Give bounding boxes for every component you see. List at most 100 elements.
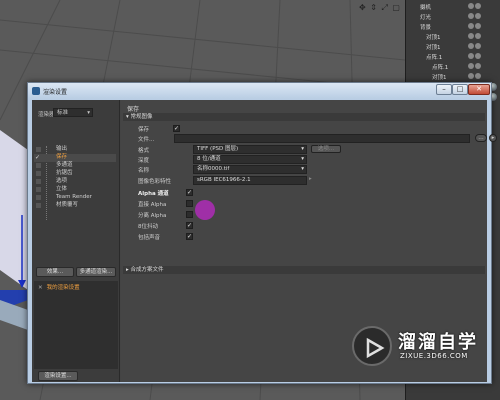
dialog-title: 渲染设置 bbox=[43, 89, 68, 96]
nav-toggle-box[interactable] bbox=[36, 195, 41, 200]
separate-alpha-checkbox[interactable] bbox=[186, 211, 193, 218]
object-tag-icons[interactable] bbox=[468, 33, 498, 41]
minimize-button[interactable]: – bbox=[436, 84, 452, 95]
compositing-file-label: 合成方案文件 bbox=[130, 267, 164, 273]
object-row[interactable]: 对顶1 bbox=[406, 72, 500, 82]
straight-alpha-checkbox[interactable] bbox=[186, 200, 193, 207]
nav-item-label: 多通道 bbox=[56, 162, 73, 168]
render-settings-button[interactable]: 渲染设置... bbox=[38, 371, 78, 381]
watermark: 溜溜自学 ZIXUE.3D66.COM bbox=[352, 322, 500, 382]
color-profile-label: 图像色彩特性 bbox=[138, 179, 172, 185]
compositing-file-section[interactable]: ▸ 合成方案文件 bbox=[123, 266, 485, 274]
render-preset-list[interactable]: ✕ 我的渲染设置 bbox=[34, 281, 118, 369]
object-row[interactable]: 对顶1 bbox=[406, 32, 500, 42]
nav-item[interactable]: 立体 bbox=[34, 186, 116, 194]
depth-label: 深度 bbox=[138, 158, 150, 164]
object-name: 对顶1 bbox=[426, 35, 441, 41]
include-sound-row: 包括声音 ✓ bbox=[123, 232, 485, 241]
format-select[interactable]: TIFF (PSD 图层) bbox=[193, 145, 307, 154]
file-browse-button[interactable]: … bbox=[475, 134, 487, 142]
file-label: 文件... bbox=[138, 137, 155, 143]
object-tag-icons[interactable] bbox=[468, 53, 498, 61]
format-label: 格式 bbox=[138, 148, 150, 154]
preset-label: 我的渲染设置 bbox=[46, 285, 80, 291]
nav-item-label: 选项 bbox=[56, 178, 68, 184]
save-row: 保存 ✓ bbox=[123, 124, 485, 133]
object-row[interactable]: 摄机 bbox=[406, 2, 500, 12]
dither-checkbox[interactable]: ✓ bbox=[186, 222, 193, 229]
name-row: 名称 名称0000.tif bbox=[123, 165, 485, 174]
straight-alpha-label: 直接 Alpha bbox=[138, 202, 167, 208]
object-row[interactable]: 对顶1 bbox=[406, 42, 500, 52]
file-path-input[interactable] bbox=[174, 134, 470, 143]
object-tag-icons[interactable] bbox=[468, 23, 498, 31]
include-sound-checkbox[interactable]: ✓ bbox=[186, 233, 193, 240]
close-button[interactable]: ✕ bbox=[468, 84, 490, 95]
save-label: 保存 bbox=[138, 127, 150, 133]
app-icon bbox=[32, 87, 40, 95]
dialog-titlebar[interactable]: 渲染设置 – □ ✕ bbox=[28, 83, 491, 99]
object-row[interactable]: 点阵.1 bbox=[406, 52, 500, 62]
nav-item[interactable]: 材质覆写 bbox=[34, 202, 116, 210]
object-row[interactable]: 点阵.1 bbox=[406, 62, 500, 72]
nav-toggle-box[interactable] bbox=[36, 171, 41, 176]
renderer-select[interactable]: 标准 bbox=[53, 108, 93, 117]
regular-image-label: 常规图像 bbox=[130, 114, 153, 120]
nav-item[interactable]: 多通道 bbox=[34, 162, 116, 170]
nav-toggle-box[interactable] bbox=[36, 147, 41, 152]
object-tag-icons[interactable] bbox=[468, 43, 498, 51]
nav-item[interactable]: 输出 bbox=[34, 146, 116, 154]
color-profile-arrow-icon[interactable]: ▸ bbox=[309, 176, 312, 182]
nav-item[interactable]: 抗锯齿 bbox=[34, 170, 116, 178]
nav-item-label: 输出 bbox=[56, 146, 68, 152]
object-name: 对顶1 bbox=[426, 45, 441, 51]
depth-select[interactable]: 8 位/通道 bbox=[193, 155, 307, 164]
object-row[interactable]: 灯光 bbox=[406, 12, 500, 22]
straight-alpha-row: 直接 Alpha bbox=[123, 199, 485, 208]
nav-item-label: 保存 bbox=[56, 154, 68, 160]
alpha-checkbox[interactable]: ✓ bbox=[186, 189, 193, 196]
render-preset-item[interactable]: ✕ 我的渲染设置 bbox=[38, 283, 80, 291]
viewport-nav-icons[interactable]: ✥ ⇕ ⤢ ▢ bbox=[359, 3, 401, 13]
include-sound-label: 包括声音 bbox=[138, 235, 161, 241]
depth-row: 深度 8 位/通道 bbox=[123, 155, 485, 164]
file-menu-icon[interactable]: ▸ bbox=[489, 134, 497, 142]
format-row: 格式 TIFF (PSD 图层) 选项... bbox=[123, 145, 485, 154]
object-name: 点阵.1 bbox=[426, 55, 443, 61]
object-name: 点阵.1 bbox=[432, 65, 449, 71]
nav-toggle-box[interactable] bbox=[36, 179, 41, 184]
nav-item[interactable]: Team Render bbox=[34, 194, 116, 202]
alpha-row: Alpha 通道 ✓ bbox=[123, 188, 485, 197]
nav-toggle-box[interactable] bbox=[36, 203, 41, 208]
viewport-object bbox=[0, 130, 28, 290]
object-tag-icons[interactable] bbox=[468, 63, 498, 71]
preset-check-icon: ✕ bbox=[38, 285, 43, 291]
section-title: 保存 bbox=[127, 106, 140, 113]
color-profile-row: 图像色彩特性 sRGB IEC61966-2.1 ▸ bbox=[123, 176, 485, 185]
object-name: 背景 bbox=[420, 25, 432, 31]
effects-button[interactable]: 效果... bbox=[36, 267, 74, 277]
object-tag-icons[interactable] bbox=[468, 13, 498, 21]
object-tag-icons[interactable] bbox=[468, 3, 498, 11]
save-checkbox[interactable]: ✓ bbox=[173, 125, 180, 132]
dither-label: 8位抖动 bbox=[138, 224, 158, 230]
name-select[interactable]: 名称0000.tif bbox=[193, 165, 307, 174]
object-tag-icons[interactable] bbox=[468, 73, 498, 81]
nav-toggle-box[interactable] bbox=[36, 187, 41, 192]
separate-alpha-row: 分离 Alpha bbox=[123, 210, 485, 219]
maximize-button[interactable]: □ bbox=[452, 84, 468, 95]
file-row: 文件... … ▸ bbox=[123, 134, 497, 143]
nav-item-label: 材质覆写 bbox=[56, 202, 79, 208]
dither-row: 8位抖动 ✓ bbox=[123, 221, 485, 230]
color-profile-field[interactable]: sRGB IEC61966-2.1 bbox=[193, 176, 307, 185]
regular-image-section[interactable]: ▾ 常规图像 bbox=[123, 113, 485, 121]
nav-item[interactable]: ✓ 保存 bbox=[34, 154, 116, 162]
object-row[interactable]: 背景 bbox=[406, 22, 500, 32]
nav-toggle-box[interactable] bbox=[36, 163, 41, 168]
watermark-title: 溜溜自学 bbox=[398, 332, 478, 353]
nav-check-icon[interactable]: ✓ bbox=[35, 154, 41, 161]
multipass-button[interactable]: 多通道渲染... bbox=[76, 267, 116, 277]
object-name: 摄机 bbox=[420, 5, 432, 11]
nav-item[interactable]: 选项 bbox=[34, 178, 116, 186]
format-options-button[interactable]: 选项... bbox=[311, 145, 341, 153]
